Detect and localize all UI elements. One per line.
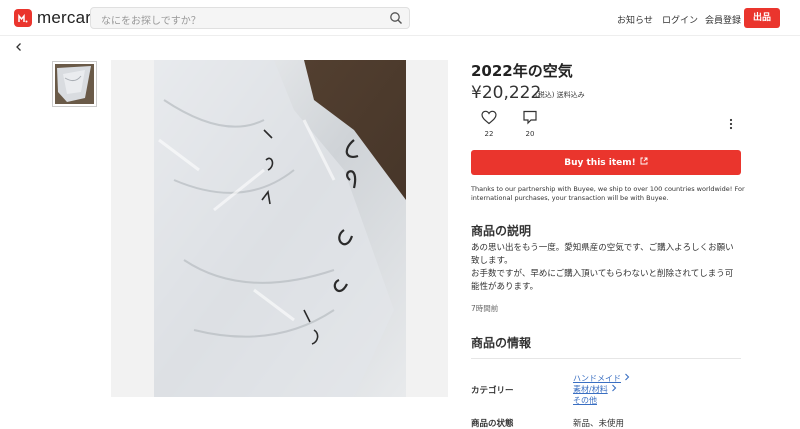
- chevron-right-icon: [624, 373, 630, 383]
- mercari-logo[interactable]: mercari: [14, 8, 95, 28]
- notifications-link[interactable]: お知らせ: [617, 13, 653, 26]
- price-note: (税込) 送料込み: [535, 91, 585, 99]
- sell-button[interactable]: 出品: [744, 8, 780, 28]
- description-line: 致します。: [471, 256, 513, 266]
- category-text: ハンドメイド: [573, 374, 621, 383]
- buyee-note: Thanks to our partnership with Buyee, we…: [471, 185, 745, 202]
- login-link[interactable]: ログイン: [662, 13, 698, 26]
- chevron-left-icon[interactable]: [14, 42, 24, 55]
- buy-button[interactable]: Buy this item!: [471, 150, 741, 175]
- divider: [471, 358, 741, 359]
- condition-value: 新品、未使用: [573, 419, 625, 429]
- comment-count: 20: [525, 130, 535, 138]
- like-count: 22: [484, 130, 494, 138]
- search-placeholder: なにをお探しですか？: [101, 16, 201, 27]
- mercari-logo-mark-icon: [14, 9, 32, 27]
- category-text: 素材/材料: [573, 385, 608, 394]
- thumbnail-image[interactable]: [52, 61, 97, 107]
- item-title: 2022年の空気: [471, 62, 573, 80]
- info-title: 商品の情報: [471, 336, 532, 350]
- comment-button[interactable]: 20: [515, 110, 545, 138]
- description-line: あの思い出をもう一度。愛知県産の空気です、ご購入よろしくお願い: [471, 243, 734, 253]
- condition-label: 商品の状態: [471, 419, 514, 429]
- category-label: カテゴリー: [471, 386, 514, 396]
- like-button[interactable]: 22: [474, 110, 504, 138]
- search-input[interactable]: なにをお探しですか？: [90, 7, 410, 29]
- register-link[interactable]: 会員登録: [705, 13, 741, 26]
- item-price: ¥20,222: [471, 83, 542, 103]
- description-line: 能性があります。: [471, 282, 539, 292]
- heart-icon: [481, 110, 497, 128]
- chevron-right-icon: [611, 384, 617, 394]
- main-product-image[interactable]: [111, 60, 448, 397]
- more-vertical-icon[interactable]: [728, 118, 734, 133]
- site-header: mercari なにをお探しですか？ お知らせ ログイン 会員登録 出品: [0, 0, 800, 36]
- comment-icon: [522, 110, 538, 128]
- search-icon[interactable]: [389, 11, 403, 28]
- posted-time: 7時間前: [471, 304, 499, 313]
- buy-label: Buy this item!: [564, 157, 636, 168]
- item-description: あの思い出をもう一度。愛知県産の空気です、ご購入よろしくお願い 致します。 お手…: [471, 242, 746, 294]
- category-link-handmade[interactable]: ハンドメイド: [573, 373, 630, 384]
- product-photo: [154, 60, 406, 397]
- external-link-icon: [640, 157, 648, 168]
- logo-text: mercari: [37, 8, 96, 27]
- description-title: 商品の説明: [471, 224, 532, 238]
- description-line: お手数ですが、早めにご購入頂いてもらわないと削除されてしまう可: [471, 269, 734, 279]
- category-link-materials[interactable]: 素材/材料: [573, 384, 617, 395]
- category-link-other[interactable]: その他: [573, 395, 597, 406]
